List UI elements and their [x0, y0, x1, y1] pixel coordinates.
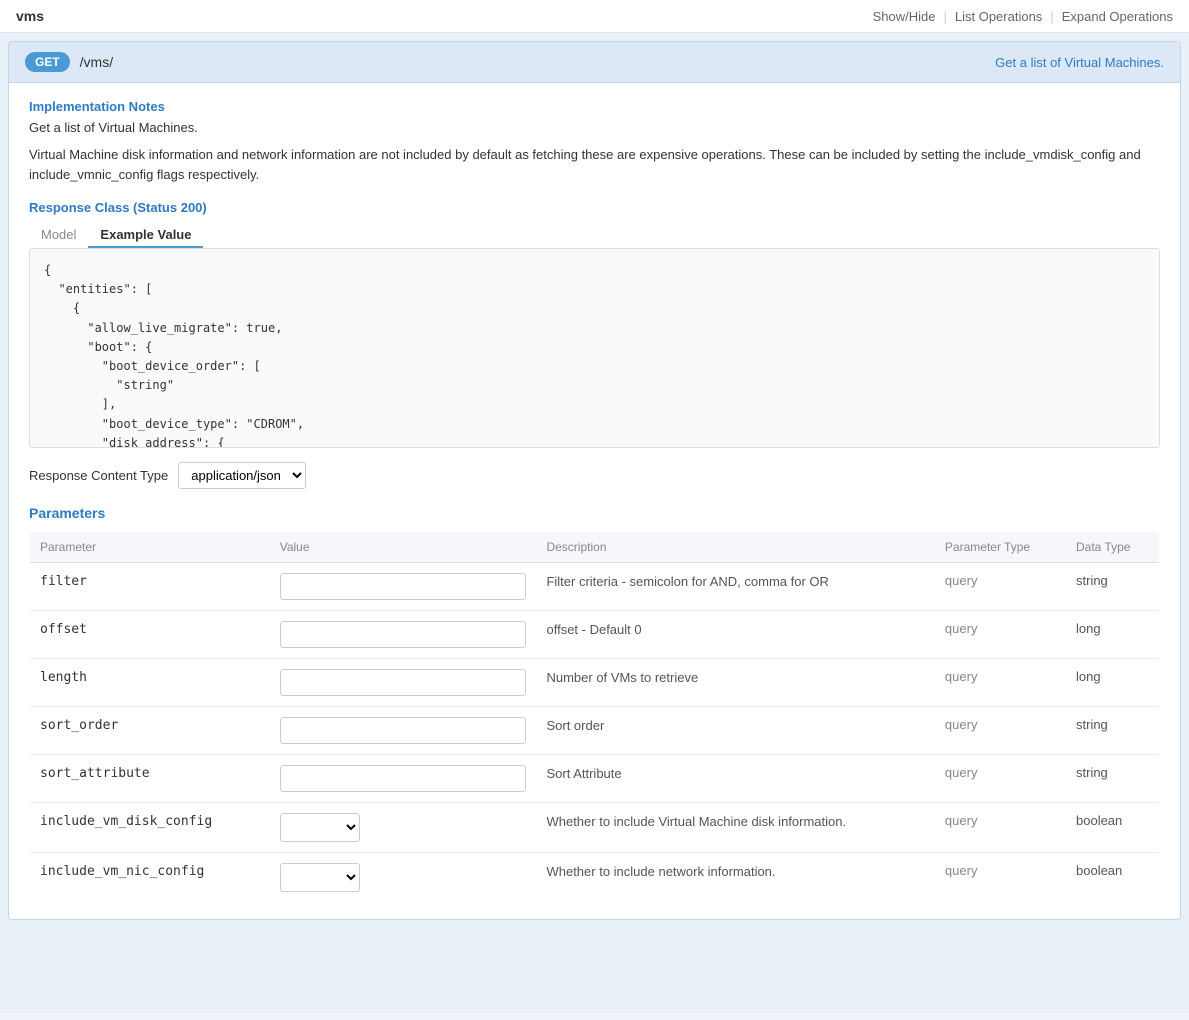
param-name: length	[40, 670, 87, 685]
param-desc-cell: Filter criteria - semicolon for AND, com…	[536, 563, 934, 611]
params-header-row: Parameter Value Description Parameter Ty…	[30, 532, 1160, 563]
parameters-section: Parameters Parameter Value Description P…	[29, 505, 1160, 903]
param-desc-cell: Sort Attribute	[536, 755, 934, 803]
col-data-type: Data Type	[1066, 532, 1160, 563]
impl-notes-detail: Virtual Machine disk information and net…	[29, 145, 1160, 184]
param-type-cell: query	[935, 611, 1066, 659]
code-block[interactable]: { "entities": [ { "allow_live_migrate": …	[29, 248, 1160, 448]
col-description: Description	[536, 532, 934, 563]
table-row: length Number of VMs to retrievequerylong	[30, 659, 1160, 707]
top-bar-actions: Show/Hide | List Operations | Expand Ope…	[873, 9, 1173, 24]
param-name: sort_order	[40, 718, 118, 733]
param-name-cell: sort_attribute	[30, 755, 270, 803]
param-data-type-cell: string	[1066, 563, 1160, 611]
param-data-type-cell: string	[1066, 755, 1160, 803]
param-value-cell[interactable]	[270, 755, 537, 803]
param-desc-cell: Sort order	[536, 707, 934, 755]
table-row: sort_attribute Sort Attributequerystring	[30, 755, 1160, 803]
param-text-input[interactable]	[280, 717, 527, 744]
param-desc-cell: Whether to include network information.	[536, 853, 934, 903]
param-select-input[interactable]: truefalse	[280, 813, 360, 842]
response-content-row: Response Content Type application/json	[29, 462, 1160, 489]
api-path: /vms/	[80, 54, 113, 70]
expand-operations-button[interactable]: Expand Operations	[1062, 9, 1173, 24]
top-bar: vms Show/Hide | List Operations | Expand…	[0, 0, 1189, 33]
divider: |	[943, 9, 946, 24]
param-name: include_vm_nic_config	[40, 864, 204, 879]
param-data-type-cell: long	[1066, 611, 1160, 659]
param-name: offset	[40, 622, 87, 637]
param-data-type-cell: long	[1066, 659, 1160, 707]
param-type-cell: query	[935, 853, 1066, 903]
method-badge: GET	[25, 52, 70, 72]
param-type-cell: query	[935, 563, 1066, 611]
param-name: sort_attribute	[40, 766, 150, 781]
param-type-cell: query	[935, 803, 1066, 853]
param-name-cell: include_vm_disk_config	[30, 803, 270, 853]
param-name: include_vm_disk_config	[40, 814, 212, 829]
param-text-input[interactable]	[280, 573, 527, 600]
page-title: vms	[16, 8, 44, 24]
param-value-cell[interactable]	[270, 659, 537, 707]
col-param-type: Parameter Type	[935, 532, 1066, 563]
table-row: include_vm_disk_config truefalse Whether t…	[30, 803, 1160, 853]
param-data-type-cell: boolean	[1066, 853, 1160, 903]
param-name-cell: length	[30, 659, 270, 707]
param-data-type-cell: boolean	[1066, 803, 1160, 853]
param-data-type-cell: string	[1066, 707, 1160, 755]
api-body: Implementation Notes Get a list of Virtu…	[9, 83, 1180, 919]
impl-notes-title: Implementation Notes	[29, 99, 1160, 114]
param-type-cell: query	[935, 707, 1066, 755]
list-operations-button[interactable]: List Operations	[955, 9, 1042, 24]
response-content-label: Response Content Type	[29, 468, 168, 483]
divider2: |	[1050, 9, 1053, 24]
param-value-cell[interactable]: truefalse	[270, 803, 537, 853]
param-value-cell[interactable]: truefalse	[270, 853, 537, 903]
api-block: GET /vms/ Get a list of Virtual Machines…	[8, 41, 1181, 920]
params-table: Parameter Value Description Parameter Ty…	[29, 531, 1160, 903]
param-desc-cell: offset - Default 0	[536, 611, 934, 659]
table-row: include_vm_nic_config truefalse Whether to…	[30, 853, 1160, 903]
main-container: GET /vms/ Get a list of Virtual Machines…	[0, 33, 1189, 1013]
param-name: filter	[40, 574, 87, 589]
parameters-title: Parameters	[29, 505, 1160, 521]
param-type-cell: query	[935, 755, 1066, 803]
table-row: filter Filter criteria - semicolon for AN…	[30, 563, 1160, 611]
param-desc-cell: Whether to include Virtual Machine disk …	[536, 803, 934, 853]
param-name-cell: include_vm_nic_config	[30, 853, 270, 903]
param-select-input[interactable]: truefalse	[280, 863, 360, 892]
col-value: Value	[270, 532, 537, 563]
table-row: offset offset - Default 0querylong	[30, 611, 1160, 659]
col-parameter: Parameter	[30, 532, 270, 563]
tab-example[interactable]: Example Value	[88, 223, 203, 248]
param-value-cell[interactable]	[270, 611, 537, 659]
model-tabs: Model Example Value	[29, 223, 1160, 248]
param-value-cell[interactable]	[270, 563, 537, 611]
api-header: GET /vms/ Get a list of Virtual Machines…	[9, 42, 1180, 83]
show-hide-button[interactable]: Show/Hide	[873, 9, 936, 24]
param-desc-cell: Number of VMs to retrieve	[536, 659, 934, 707]
param-name-cell: filter	[30, 563, 270, 611]
param-text-input[interactable]	[280, 669, 527, 696]
param-type-cell: query	[935, 659, 1066, 707]
param-text-input[interactable]	[280, 621, 527, 648]
param-name-cell: sort_order	[30, 707, 270, 755]
param-value-cell[interactable]	[270, 707, 537, 755]
response-class-title: Response Class (Status 200)	[29, 200, 1160, 215]
api-summary-link[interactable]: Get a list of Virtual Machines.	[995, 55, 1164, 70]
tab-model[interactable]: Model	[29, 223, 88, 248]
table-row: sort_order Sort orderquerystring	[30, 707, 1160, 755]
param-text-input[interactable]	[280, 765, 527, 792]
param-name-cell: offset	[30, 611, 270, 659]
response-content-select[interactable]: application/json	[178, 462, 306, 489]
api-header-left: GET /vms/	[25, 52, 113, 72]
impl-notes-short: Get a list of Virtual Machines.	[29, 120, 1160, 135]
